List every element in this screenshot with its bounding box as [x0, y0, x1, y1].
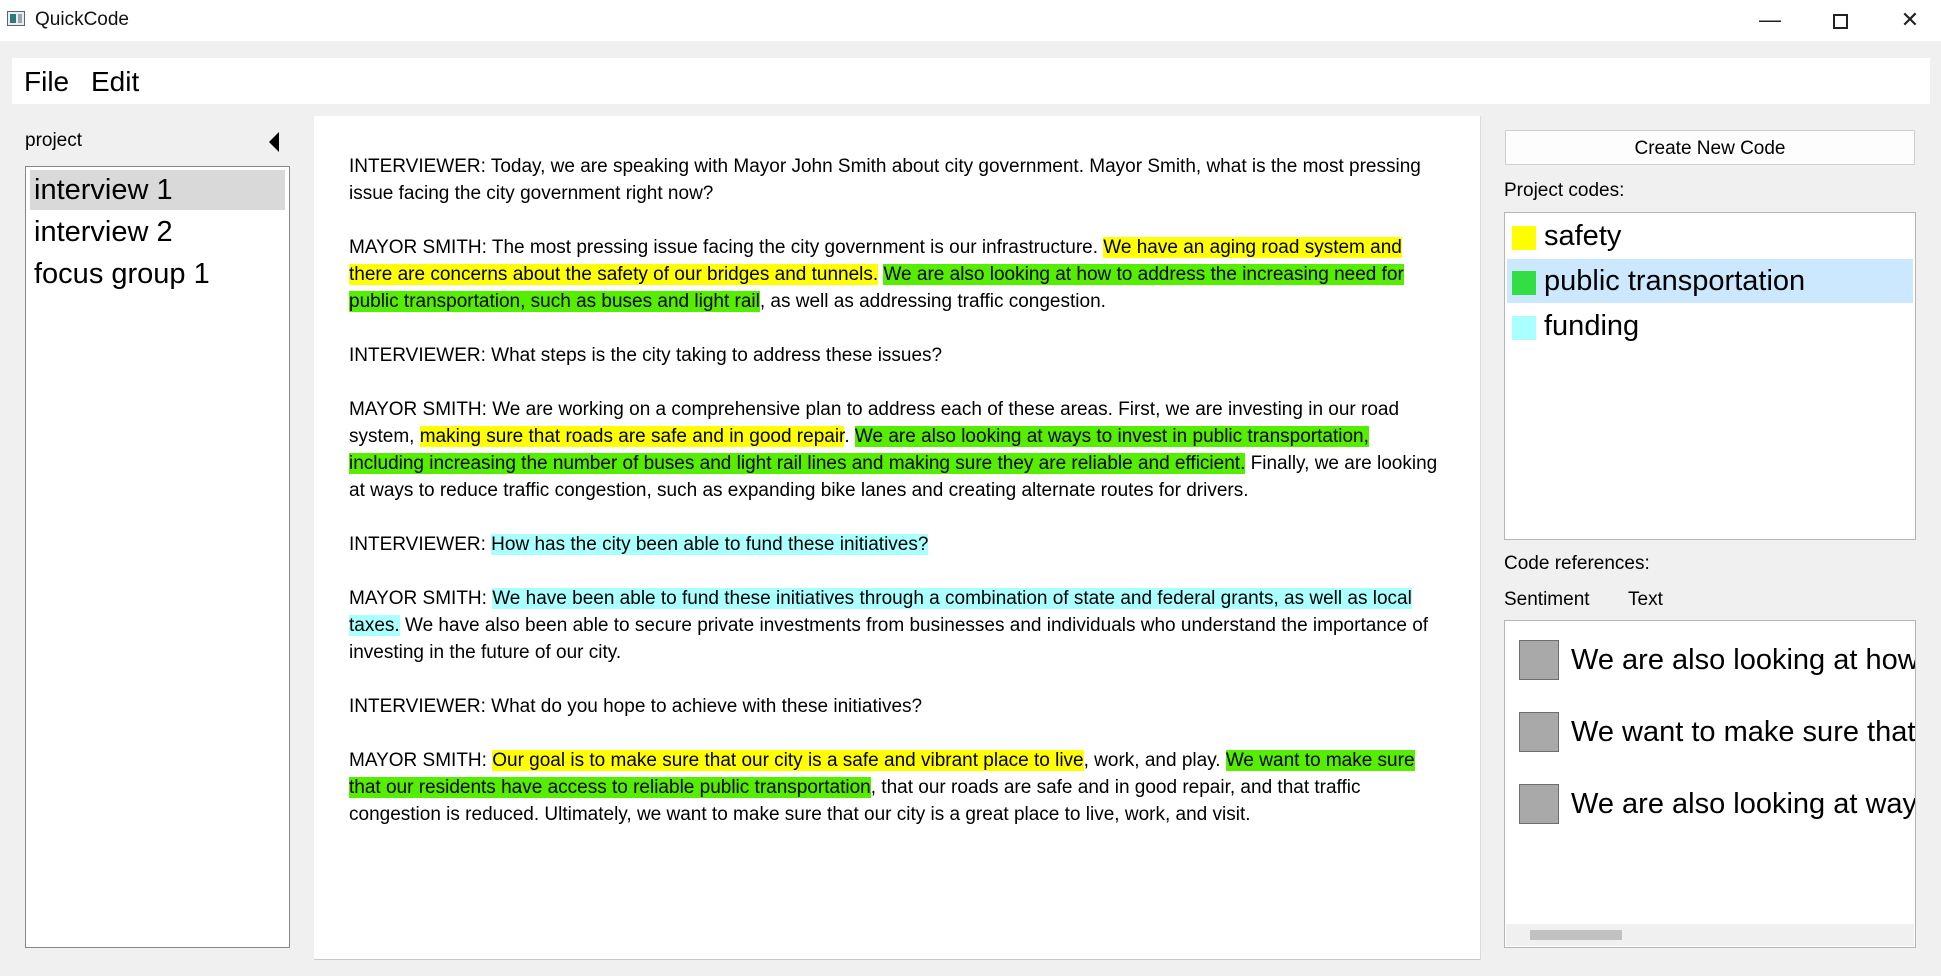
code-label: funding [1544, 310, 1640, 342]
text-segment: , work, and play. [1083, 750, 1226, 771]
window-title: QuickCode [35, 9, 129, 30]
sentiment-box[interactable] [1519, 712, 1559, 752]
reference-text: We want to make sure that [1571, 716, 1916, 748]
transcript-paragraph: INTERVIEWER: How has the city been able … [349, 531, 1449, 558]
transcript-paragraph: INTERVIEWER: What steps is the city taki… [349, 342, 1449, 369]
code-item-public-transportation[interactable]: public transportation [1507, 259, 1913, 303]
transcript-paragraph: MAYOR SMITH: The most pressing issue fac… [349, 234, 1449, 315]
transcript-paragraph: INTERVIEWER: What do you hope to achieve… [349, 693, 1449, 720]
transcript-paragraph: MAYOR SMITH: We have been able to fund t… [349, 585, 1449, 666]
maximize-icon [1832, 13, 1848, 29]
title-bar: QuickCode — ✕ [0, 0, 1941, 41]
text-segment: INTERVIEWER: What do you hope to achieve… [349, 696, 923, 717]
menu-edit[interactable]: Edit [91, 66, 139, 98]
code-color-swatch [1512, 226, 1536, 250]
close-button[interactable]: ✕ [1875, 0, 1941, 41]
coded-segment-funding[interactable]: How has the city been able to fund these… [491, 534, 929, 555]
project-codes-label: Project codes: [1504, 180, 1625, 201]
project-item-focus-group-1[interactable]: focus group 1 [30, 254, 285, 294]
reference-row[interactable]: We are also looking at how [1519, 640, 1916, 684]
code-color-swatch [1512, 316, 1536, 340]
project-list: interview 1 interview 2 focus group 1 [25, 166, 290, 948]
collapse-arrow-icon[interactable] [269, 132, 279, 152]
reference-text: We are also looking at how [1571, 644, 1916, 676]
document-text[interactable]: INTERVIEWER: Today, we are speaking with… [349, 153, 1449, 855]
transcript-paragraph: MAYOR SMITH: Our goal is to make sure th… [349, 747, 1449, 828]
minimize-button[interactable]: — [1735, 0, 1805, 41]
create-new-code-button[interactable]: Create New Code [1505, 130, 1915, 165]
code-color-swatch [1512, 271, 1536, 295]
code-label: safety [1544, 220, 1622, 252]
code-item-funding[interactable]: funding [1507, 304, 1913, 348]
text-segment: , as well as addressing traffic congesti… [759, 291, 1106, 312]
code-references-list: We are also looking at how We want to ma… [1504, 620, 1916, 948]
text-segment: MAYOR SMITH: [349, 750, 493, 771]
document-panel[interactable]: INTERVIEWER: Today, we are speaking with… [314, 116, 1481, 960]
column-header-text[interactable]: Text [1628, 589, 1663, 611]
coded-segment-safety[interactable]: Our goal is to make sure that our city i… [492, 750, 1084, 771]
text-segment: INTERVIEWER: Today, we are speaking with… [349, 156, 1421, 204]
project-item-interview-2[interactable]: interview 2 [30, 212, 285, 252]
menu-file[interactable]: File [24, 66, 69, 98]
text-segment: . [844, 426, 855, 447]
project-item-interview-1[interactable]: interview 1 [30, 170, 285, 210]
transcript-paragraph: MAYOR SMITH: We are working on a compreh… [349, 396, 1449, 504]
coded-segment-safety[interactable]: making sure that roads are safe and in g… [419, 426, 845, 447]
text-segment: We have also been able to secure private… [349, 615, 1429, 663]
text-segment: INTERVIEWER: [349, 534, 492, 555]
code-references-label: Code references: [1504, 553, 1650, 574]
project-label: project [25, 130, 83, 151]
text-segment: INTERVIEWER: What steps is the city taki… [349, 345, 943, 366]
app-icon [7, 11, 25, 26]
menu-bar: File Edit [12, 58, 1930, 104]
text-segment: MAYOR SMITH: [349, 588, 493, 609]
column-header-sentiment[interactable]: Sentiment [1504, 589, 1590, 611]
reference-row[interactable]: We are also looking at ways [1519, 784, 1916, 828]
scrollbar-thumb[interactable] [1530, 930, 1622, 940]
horizontal-scrollbar[interactable] [1506, 924, 1914, 946]
sentiment-box[interactable] [1519, 784, 1559, 824]
code-item-safety[interactable]: safety [1507, 214, 1913, 258]
code-label: public transportation [1544, 265, 1806, 297]
sentiment-box[interactable] [1519, 640, 1559, 680]
maximize-button[interactable] [1805, 0, 1875, 41]
project-codes-list: safety public transportation funding [1504, 212, 1916, 540]
reference-row[interactable]: We want to make sure that [1519, 712, 1916, 756]
text-segment: MAYOR SMITH: The most pressing issue fac… [349, 237, 1104, 258]
reference-text: We are also looking at ways [1571, 788, 1916, 820]
transcript-paragraph: INTERVIEWER: Today, we are speaking with… [349, 153, 1449, 207]
